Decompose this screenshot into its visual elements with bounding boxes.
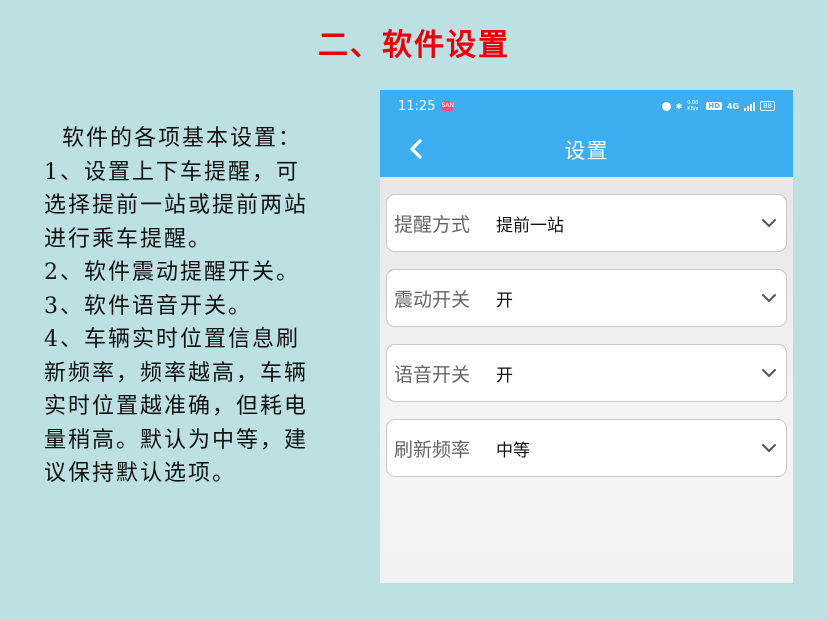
- description-line: 1、设置上下车提醒，可: [44, 159, 300, 185]
- back-button[interactable]: [404, 136, 430, 162]
- description-line: 量稍高。默认为中等，建: [44, 427, 309, 453]
- description-line: 选择提前一站或提前两站: [44, 193, 309, 218]
- setting-label: 提醒方式: [394, 213, 471, 236]
- slide-title: 二、软件设置: [318, 28, 510, 63]
- setting-label: 震动开关: [394, 288, 471, 311]
- setting-value: 中等: [496, 440, 530, 461]
- network-type: 4G: [726, 101, 740, 111]
- chevron-down-icon: [762, 444, 776, 452]
- setting-label: 刷新频率: [394, 438, 471, 461]
- chevron-down-icon: [762, 369, 776, 377]
- description-line: 新频率，频率越高，车辆: [44, 360, 309, 386]
- description-line: 进行乘车提醒。: [44, 226, 213, 252]
- battery-icon: 88: [760, 101, 775, 111]
- description-line: 3、软件语音开关。: [44, 293, 252, 319]
- bluetooth-icon: ✱: [675, 101, 683, 111]
- net-speed: 0.00 KB/s: [687, 100, 699, 112]
- status-bar: 11:25 SAN ✱ 0.00 KB/s HD 4G 88: [380, 90, 793, 122]
- app-notification-icon: SAN: [441, 101, 454, 111]
- description-line: 议保持默认选项。: [44, 461, 237, 486]
- description-line: 4、车辆实时位置信息刷: [44, 327, 300, 352]
- description-line: 软件的各项基本设置：: [62, 126, 303, 151]
- nav-bar: 设置: [380, 122, 793, 177]
- chevron-down-icon: [762, 294, 776, 302]
- setting-refresh-rate-select[interactable]: 刷新频率 中等: [386, 419, 787, 477]
- setting-value: 提前一站: [496, 215, 564, 236]
- setting-voice-select[interactable]: 语音开关 开: [386, 344, 787, 402]
- status-time: 11:25: [398, 98, 436, 114]
- setting-value: 开: [496, 290, 513, 311]
- alarm-icon: [661, 101, 671, 111]
- description-line: 实时位置越准确，但耗电: [44, 394, 309, 419]
- settings-list: 提醒方式 提前一站 震动开关 开 语音开关 开 刷新频率 中等: [380, 177, 793, 477]
- page-title: 设置: [564, 138, 609, 163]
- description-text: 软件的各项基本设置： 1、设置上下车提醒，可 选择提前一站或提前两站 进行乘车提…: [44, 122, 354, 491]
- hd-badge: HD: [706, 102, 722, 110]
- setting-label: 语音开关: [394, 363, 471, 386]
- setting-value: 开: [496, 365, 513, 386]
- description-line: 2、软件震动提醒开关。: [44, 260, 300, 285]
- signal-icon: [744, 101, 756, 111]
- phone-screenshot: 11:25 SAN ✱ 0.00 KB/s HD 4G 88 设置 提醒方式 提…: [380, 90, 793, 583]
- setting-vibration-select[interactable]: 震动开关 开: [386, 269, 787, 327]
- setting-reminder-mode-select[interactable]: 提醒方式 提前一站: [386, 194, 787, 252]
- chevron-down-icon: [762, 219, 776, 227]
